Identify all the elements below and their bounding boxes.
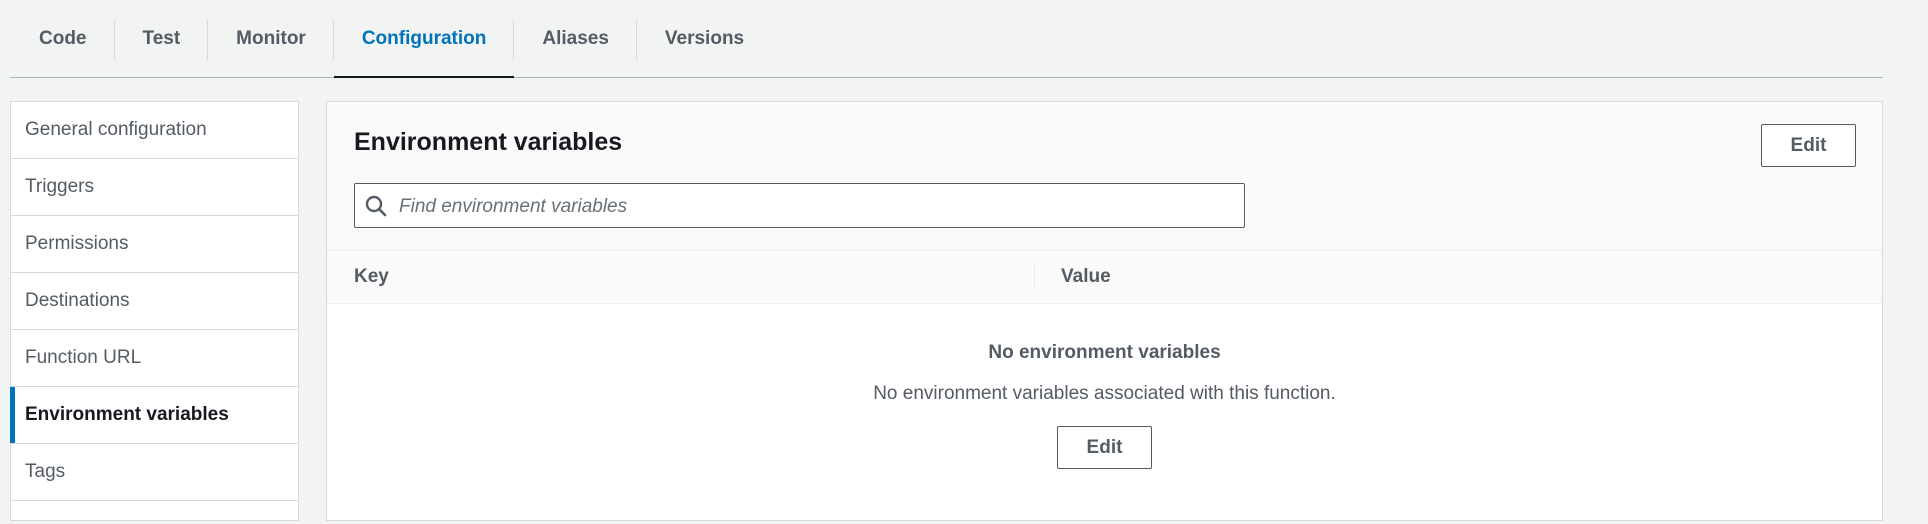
sidebar-item-label: Function URL [25,347,142,368]
sidebar-item-label: Tags [25,461,66,482]
sidebar-item-label: Triggers [25,176,94,197]
search-icon [365,195,387,217]
column-header-key: Key [354,266,389,287]
empty-state-title: No environment variables [988,342,1221,363]
panel-title: Environment variables [354,128,623,156]
sidebar-item-label: Permissions [25,233,129,254]
tab-label: Configuration [361,27,487,49]
sidebar-item-label: Destinations [25,290,130,311]
environment-variables-panel: Environment variables Edit Key Value No … [326,101,1883,521]
tab-aliases[interactable]: Aliases [514,0,637,77]
tab-bar: Code Test Monitor Configuration Aliases … [10,0,1883,78]
sidebar-item-general-configuration[interactable]: General configuration [11,102,298,159]
tab-versions[interactable]: Versions [637,0,772,77]
tab-test[interactable]: Test [115,0,209,77]
empty-state-description: No environment variables associated with… [873,383,1336,404]
tab-label: Aliases [542,27,609,49]
sidebar-item-tags[interactable]: Tags [11,444,298,501]
sidebar-item-label: General configuration [25,119,207,140]
panel-header: Environment variables Edit [327,102,1882,251]
table-header: Key Value [327,251,1882,304]
empty-state: No environment variables No environment … [327,304,1882,524]
column-divider [1034,264,1035,290]
sidebar-item-label: Environment variables [25,404,229,425]
tab-label: Test [142,27,181,49]
config-sidebar: General configuration Triggers Permissio… [10,101,299,521]
tab-code[interactable]: Code [10,0,115,77]
search-field[interactable] [354,183,1245,229]
sidebar-item-destinations[interactable]: Destinations [11,273,298,330]
tab-monitor[interactable]: Monitor [208,0,334,77]
sidebar-item-triggers[interactable]: Triggers [11,159,298,216]
sidebar-item-environment-variables[interactable]: Environment variables [10,387,298,444]
sidebar-item-permissions[interactable]: Permissions [11,216,298,273]
column-header-value: Value [1061,266,1111,287]
empty-state-edit-button[interactable]: Edit [1057,426,1152,469]
tab-label: Code [39,27,87,49]
sidebar-item-function-url[interactable]: Function URL [11,330,298,387]
tab-configuration[interactable]: Configuration [333,0,515,78]
search-input[interactable] [397,184,1231,229]
edit-button[interactable]: Edit [1761,124,1856,167]
tab-label: Versions [664,27,745,49]
tab-label: Monitor [236,27,306,49]
